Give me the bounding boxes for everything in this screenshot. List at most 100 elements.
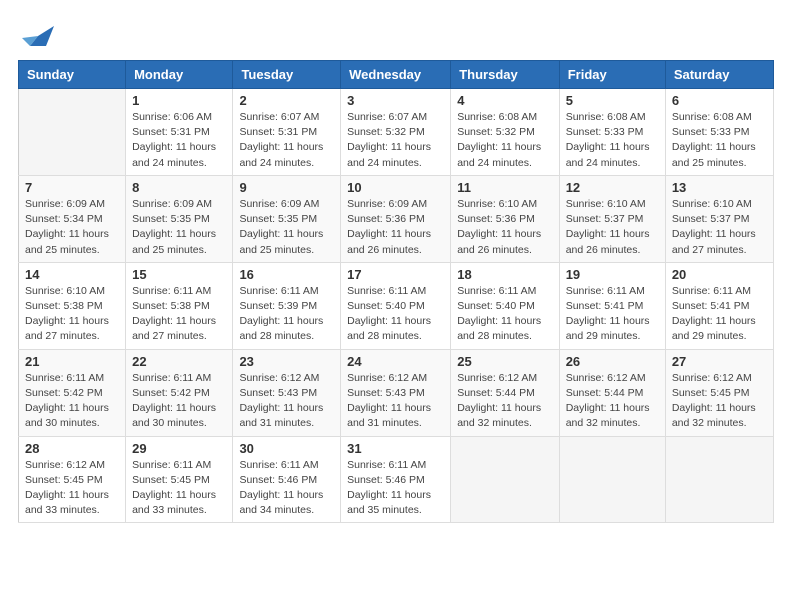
calendar-week-row: 14 Sunrise: 6:10 AMSunset: 5:38 PMDayligh…	[19, 262, 774, 349]
day-info: Sunrise: 6:11 AMSunset: 5:46 PMDaylight:…	[239, 458, 334, 519]
day-info: Sunrise: 6:12 AMSunset: 5:43 PMDaylight:…	[239, 371, 334, 432]
day-number: 3	[347, 93, 444, 108]
day-number: 19	[566, 267, 659, 282]
day-number: 25	[457, 354, 552, 369]
logo-icon	[22, 18, 54, 50]
calendar-cell: 20Sunrise: 6:11 AMSunset: 5:41 PMDayligh…	[665, 262, 773, 349]
day-number: 12	[566, 180, 659, 195]
calendar-week-row: 28 Sunrise: 6:12 AMSunset: 5:45 PMDayligh…	[19, 436, 774, 523]
day-info: Sunrise: 6:11 AMSunset: 5:42 PMDaylight:…	[132, 371, 226, 432]
day-info: Sunrise: 6:07 AMSunset: 5:31 PMDaylight:…	[239, 110, 334, 171]
day-info: Sunrise: 6:10 AMSunset: 5:37 PMDaylight:…	[566, 197, 659, 258]
calendar-cell: 23 Sunrise: 6:12 AMSunset: 5:43 PMDayligh…	[233, 349, 341, 436]
calendar-cell: 3 Sunrise: 6:07 AMSunset: 5:32 PMDaylight…	[341, 89, 451, 176]
day-number: 1	[132, 93, 226, 108]
day-info: Sunrise: 6:12 AMSunset: 5:45 PMDaylight:…	[25, 458, 119, 519]
day-number: 18	[457, 267, 552, 282]
calendar-cell: 24 Sunrise: 6:12 AMSunset: 5:43 PMDayligh…	[341, 349, 451, 436]
calendar-cell: 26 Sunrise: 6:12 AMSunset: 5:44 PMDayligh…	[559, 349, 665, 436]
day-info: Sunrise: 6:09 AMSunset: 5:35 PMDaylight:…	[239, 197, 334, 258]
day-info: Sunrise: 6:08 AMSunset: 5:33 PMDaylight:…	[566, 110, 659, 171]
day-info: Sunrise: 6:07 AMSunset: 5:32 PMDaylight:…	[347, 110, 444, 171]
calendar-cell	[19, 89, 126, 176]
calendar-cell: 2Sunrise: 6:07 AMSunset: 5:31 PMDaylight…	[233, 89, 341, 176]
calendar-week-row: 1 Sunrise: 6:06 AMSunset: 5:31 PMDaylight…	[19, 89, 774, 176]
day-number: 8	[132, 180, 226, 195]
calendar-cell: 29Sunrise: 6:11 AMSunset: 5:45 PMDayligh…	[126, 436, 233, 523]
logo	[18, 18, 54, 50]
calendar-week-row: 7 Sunrise: 6:09 AMSunset: 5:34 PMDaylight…	[19, 175, 774, 262]
day-info: Sunrise: 6:11 AMSunset: 5:39 PMDaylight:…	[239, 284, 334, 345]
calendar-week-row: 21Sunrise: 6:11 AMSunset: 5:42 PMDayligh…	[19, 349, 774, 436]
day-number: 29	[132, 441, 226, 456]
day-info: Sunrise: 6:09 AMSunset: 5:36 PMDaylight:…	[347, 197, 444, 258]
day-info: Sunrise: 6:11 AMSunset: 5:40 PMDaylight:…	[347, 284, 444, 345]
day-info: Sunrise: 6:10 AMSunset: 5:38 PMDaylight:…	[25, 284, 119, 345]
day-number: 20	[672, 267, 767, 282]
day-info: Sunrise: 6:11 AMSunset: 5:41 PMDaylight:…	[566, 284, 659, 345]
header	[18, 18, 774, 50]
calendar-cell: 12 Sunrise: 6:10 AMSunset: 5:37 PMDayligh…	[559, 175, 665, 262]
calendar-cell: 30 Sunrise: 6:11 AMSunset: 5:46 PMDayligh…	[233, 436, 341, 523]
day-info: Sunrise: 6:10 AMSunset: 5:36 PMDaylight:…	[457, 197, 552, 258]
day-number: 11	[457, 180, 552, 195]
day-number: 7	[25, 180, 119, 195]
day-number: 17	[347, 267, 444, 282]
calendar-cell: 28 Sunrise: 6:12 AMSunset: 5:45 PMDayligh…	[19, 436, 126, 523]
calendar-cell: 5 Sunrise: 6:08 AMSunset: 5:33 PMDaylight…	[559, 89, 665, 176]
calendar-cell	[559, 436, 665, 523]
day-number: 22	[132, 354, 226, 369]
calendar-day-header: Saturday	[665, 61, 773, 89]
calendar-cell: 25 Sunrise: 6:12 AMSunset: 5:44 PMDayligh…	[451, 349, 559, 436]
calendar-day-header: Tuesday	[233, 61, 341, 89]
day-number: 28	[25, 441, 119, 456]
day-number: 10	[347, 180, 444, 195]
day-info: Sunrise: 6:12 AMSunset: 5:44 PMDaylight:…	[457, 371, 552, 432]
calendar-cell: 10 Sunrise: 6:09 AMSunset: 5:36 PMDayligh…	[341, 175, 451, 262]
day-info: Sunrise: 6:09 AMSunset: 5:35 PMDaylight:…	[132, 197, 226, 258]
calendar-header-row: SundayMondayTuesdayWednesdayThursdayFrid…	[19, 61, 774, 89]
calendar-cell: 27Sunrise: 6:12 AMSunset: 5:45 PMDayligh…	[665, 349, 773, 436]
day-number: 16	[239, 267, 334, 282]
calendar-cell: 1 Sunrise: 6:06 AMSunset: 5:31 PMDaylight…	[126, 89, 233, 176]
day-number: 6	[672, 93, 767, 108]
day-info: Sunrise: 6:10 AMSunset: 5:37 PMDaylight:…	[672, 197, 767, 258]
calendar-cell: 14 Sunrise: 6:10 AMSunset: 5:38 PMDayligh…	[19, 262, 126, 349]
day-number: 31	[347, 441, 444, 456]
day-number: 4	[457, 93, 552, 108]
calendar-cell	[665, 436, 773, 523]
calendar-cell: 19 Sunrise: 6:11 AMSunset: 5:41 PMDayligh…	[559, 262, 665, 349]
calendar-cell	[451, 436, 559, 523]
day-info: Sunrise: 6:12 AMSunset: 5:43 PMDaylight:…	[347, 371, 444, 432]
page: SundayMondayTuesdayWednesdayThursdayFrid…	[0, 0, 792, 533]
calendar-table: SundayMondayTuesdayWednesdayThursdayFrid…	[18, 60, 774, 523]
day-number: 26	[566, 354, 659, 369]
day-number: 23	[239, 354, 334, 369]
day-info: Sunrise: 6:06 AMSunset: 5:31 PMDaylight:…	[132, 110, 226, 171]
day-number: 5	[566, 93, 659, 108]
day-number: 24	[347, 354, 444, 369]
calendar-cell: 7 Sunrise: 6:09 AMSunset: 5:34 PMDaylight…	[19, 175, 126, 262]
day-info: Sunrise: 6:11 AMSunset: 5:42 PMDaylight:…	[25, 371, 119, 432]
calendar-cell: 9 Sunrise: 6:09 AMSunset: 5:35 PMDaylight…	[233, 175, 341, 262]
day-info: Sunrise: 6:08 AMSunset: 5:33 PMDaylight:…	[672, 110, 767, 171]
day-number: 30	[239, 441, 334, 456]
calendar-day-header: Thursday	[451, 61, 559, 89]
calendar-day-header: Wednesday	[341, 61, 451, 89]
day-number: 9	[239, 180, 334, 195]
day-number: 13	[672, 180, 767, 195]
calendar-day-header: Friday	[559, 61, 665, 89]
day-info: Sunrise: 6:09 AMSunset: 5:34 PMDaylight:…	[25, 197, 119, 258]
day-info: Sunrise: 6:11 AMSunset: 5:46 PMDaylight:…	[347, 458, 444, 519]
calendar-cell: 8 Sunrise: 6:09 AMSunset: 5:35 PMDaylight…	[126, 175, 233, 262]
calendar-cell: 16 Sunrise: 6:11 AMSunset: 5:39 PMDayligh…	[233, 262, 341, 349]
day-info: Sunrise: 6:11 AMSunset: 5:38 PMDaylight:…	[132, 284, 226, 345]
calendar-cell: 31 Sunrise: 6:11 AMSunset: 5:46 PMDayligh…	[341, 436, 451, 523]
day-number: 15	[132, 267, 226, 282]
day-info: Sunrise: 6:12 AMSunset: 5:44 PMDaylight:…	[566, 371, 659, 432]
calendar-day-header: Sunday	[19, 61, 126, 89]
calendar-cell: 15 Sunrise: 6:11 AMSunset: 5:38 PMDayligh…	[126, 262, 233, 349]
day-number: 14	[25, 267, 119, 282]
day-number: 27	[672, 354, 767, 369]
calendar-cell: 4Sunrise: 6:08 AMSunset: 5:32 PMDaylight…	[451, 89, 559, 176]
